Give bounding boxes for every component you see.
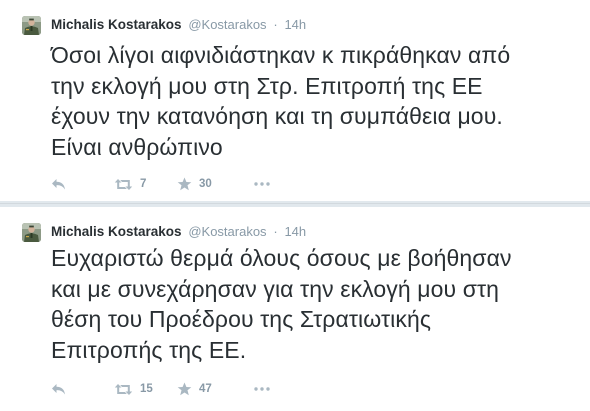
retweet-count: 7 <box>140 178 147 190</box>
retweet-button[interactable]: 7 <box>114 175 146 193</box>
author-handle[interactable]: @Kostarakos <box>188 17 266 32</box>
tweet-text: Ευχαριστώ θερμά όλους όσους με βοήθησαν … <box>51 245 512 363</box>
reply-button[interactable] <box>51 175 66 193</box>
avatar[interactable] <box>22 223 41 242</box>
favorite-count: 30 <box>199 178 212 190</box>
tweet-header: Michalis Kostarakos @Kostarakos · 14h <box>51 223 306 241</box>
header-separator: · <box>273 17 278 32</box>
more-dots-icon <box>254 387 270 391</box>
reply-button[interactable] <box>51 380 66 398</box>
more-dots-icon <box>254 182 270 186</box>
favorite-count: 47 <box>199 383 212 395</box>
tweet[interactable]: Michalis Kostarakos @Kostarakos · 14h Ευ… <box>0 207 590 411</box>
avatar-photo-icon <box>22 16 41 35</box>
author-handle[interactable]: @Kostarakos <box>188 224 266 239</box>
more-button[interactable] <box>254 175 270 193</box>
tweet-timestamp[interactable]: 14h <box>284 17 306 32</box>
tweet-actions: 15 47 <box>51 380 351 398</box>
reply-icon <box>52 383 65 394</box>
more-button[interactable] <box>254 380 270 398</box>
tweet-stream: Michalis Kostarakos @Kostarakos · 14h Όσ… <box>0 0 590 411</box>
tweet-actions: 7 30 <box>51 175 351 193</box>
avatar[interactable] <box>22 16 41 35</box>
tweet[interactable]: Michalis Kostarakos @Kostarakos · 14h Όσ… <box>0 0 590 203</box>
retweet-count: 15 <box>140 383 153 395</box>
tweet-header: Michalis Kostarakos @Kostarakos · 14h <box>51 16 306 34</box>
reply-icon <box>52 178 65 189</box>
favorite-button[interactable]: 47 <box>177 380 212 398</box>
star-icon <box>177 382 192 396</box>
favorite-button[interactable]: 30 <box>177 175 212 193</box>
tweet-text: Όσοι λίγοι αιφνιδιάστηκαν κ πικράθηκαν α… <box>51 42 511 160</box>
tweet-divider-line <box>0 203 590 204</box>
author-name[interactable]: Michalis Kostarakos <box>51 17 182 32</box>
tweet-timestamp[interactable]: 14h <box>284 224 306 239</box>
author-name[interactable]: Michalis Kostarakos <box>51 224 182 239</box>
retweet-icon <box>114 178 133 190</box>
retweet-icon <box>114 383 133 395</box>
avatar-photo-icon <box>22 223 41 242</box>
header-separator: · <box>273 224 278 239</box>
star-icon <box>177 177 192 191</box>
retweet-button[interactable]: 15 <box>114 380 153 398</box>
